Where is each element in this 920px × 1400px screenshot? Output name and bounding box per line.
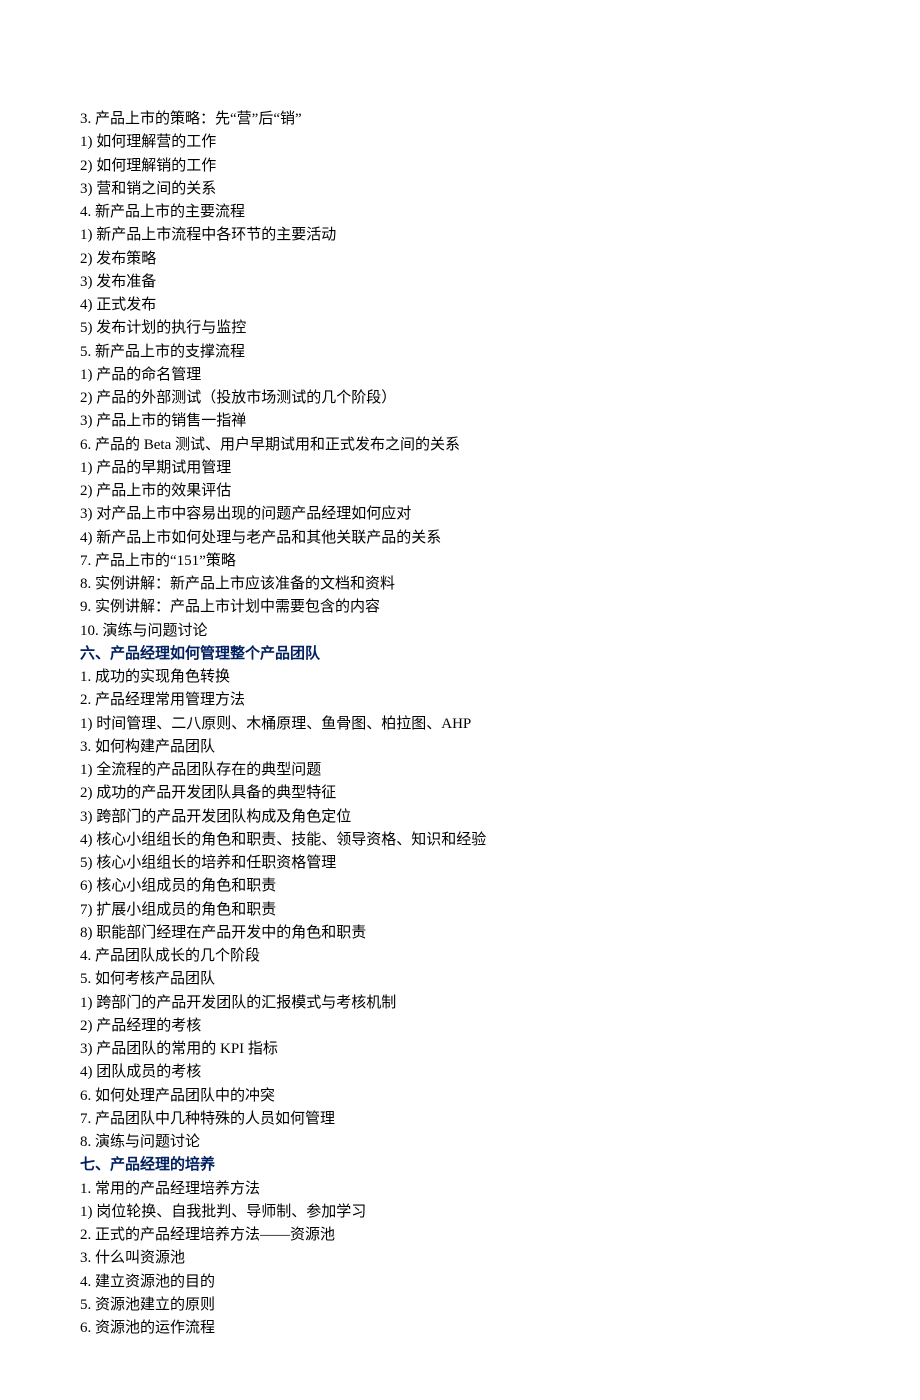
outline-line: 4) 新产品上市如何处理与老产品和其他关联产品的关系 — [80, 527, 840, 550]
outline-line: 8. 实例讲解：新产品上市应该准备的文档和资料 — [80, 573, 840, 596]
document-body: 3. 产品上市的策略：先“营”后“销”1) 如何理解营的工作2) 如何理解销的工… — [80, 108, 840, 1340]
outline-line: 9. 实例讲解：产品上市计划中需要包含的内容 — [80, 596, 840, 619]
outline-line: 4) 核心小组组长的角色和职责、技能、领导资格、知识和经验 — [80, 829, 840, 852]
outline-line: 2) 成功的产品开发团队具备的典型特征 — [80, 782, 840, 805]
outline-line: 6) 核心小组成员的角色和职责 — [80, 875, 840, 898]
outline-line: 6. 如何处理产品团队中的冲突 — [80, 1085, 840, 1108]
outline-line: 10. 演练与问题讨论 — [80, 620, 840, 643]
outline-line: 1) 如何理解营的工作 — [80, 131, 840, 154]
outline-line: 6. 产品的 Beta 测试、用户早期试用和正式发布之间的关系 — [80, 434, 840, 457]
outline-line: 3) 产品团队的常用的 KPI 指标 — [80, 1038, 840, 1061]
outline-line: 2) 产品上市的效果评估 — [80, 480, 840, 503]
section-heading: 六、产品经理如何管理整个产品团队 — [80, 643, 840, 666]
outline-line: 3) 跨部门的产品开发团队构成及角色定位 — [80, 806, 840, 829]
outline-line: 3) 对产品上市中容易出现的问题产品经理如何应对 — [80, 503, 840, 526]
outline-line: 5. 新产品上市的支撑流程 — [80, 341, 840, 364]
outline-line: 1) 产品的早期试用管理 — [80, 457, 840, 480]
outline-line: 1) 时间管理、二八原则、木桶原理、鱼骨图、柏拉图、AHP — [80, 713, 840, 736]
outline-line: 6. 资源池的运作流程 — [80, 1317, 840, 1340]
outline-line: 7) 扩展小组成员的角色和职责 — [80, 899, 840, 922]
outline-line: 4) 正式发布 — [80, 294, 840, 317]
outline-line: 5) 发布计划的执行与监控 — [80, 317, 840, 340]
outline-line: 3) 产品上市的销售一指禅 — [80, 410, 840, 433]
outline-line: 5. 如何考核产品团队 — [80, 968, 840, 991]
outline-line: 4) 团队成员的考核 — [80, 1061, 840, 1084]
outline-line: 2) 产品经理的考核 — [80, 1015, 840, 1038]
outline-line: 2) 如何理解销的工作 — [80, 155, 840, 178]
outline-line: 7. 产品团队中几种特殊的人员如何管理 — [80, 1108, 840, 1131]
outline-line: 8. 演练与问题讨论 — [80, 1131, 840, 1154]
outline-line: 4. 产品团队成长的几个阶段 — [80, 945, 840, 968]
outline-line: 3. 如何构建产品团队 — [80, 736, 840, 759]
outline-line: 1) 岗位轮换、自我批判、导师制、参加学习 — [80, 1201, 840, 1224]
outline-line: 3. 什么叫资源池 — [80, 1247, 840, 1270]
outline-line: 1. 常用的产品经理培养方法 — [80, 1178, 840, 1201]
section-heading: 七、产品经理的培养 — [80, 1154, 840, 1177]
outline-line: 5) 核心小组组长的培养和任职资格管理 — [80, 852, 840, 875]
outline-line: 2. 正式的产品经理培养方法――资源池 — [80, 1224, 840, 1247]
outline-line: 1) 新产品上市流程中各环节的主要活动 — [80, 224, 840, 247]
outline-line: 3) 营和销之间的关系 — [80, 178, 840, 201]
outline-line: 2. 产品经理常用管理方法 — [80, 689, 840, 712]
outline-line: 1) 全流程的产品团队存在的典型问题 — [80, 759, 840, 782]
outline-line: 7. 产品上市的“151”策略 — [80, 550, 840, 573]
outline-line: 2) 产品的外部测试（投放市场测试的几个阶段） — [80, 387, 840, 410]
document-page: 3. 产品上市的策略：先“营”后“销”1) 如何理解营的工作2) 如何理解销的工… — [0, 0, 920, 1400]
outline-line: 3. 产品上市的策略：先“营”后“销” — [80, 108, 840, 131]
outline-line: 8) 职能部门经理在产品开发中的角色和职责 — [80, 922, 840, 945]
outline-line: 1) 跨部门的产品开发团队的汇报模式与考核机制 — [80, 992, 840, 1015]
outline-line: 1. 成功的实现角色转换 — [80, 666, 840, 689]
outline-line: 4. 建立资源池的目的 — [80, 1271, 840, 1294]
outline-line: 5. 资源池建立的原则 — [80, 1294, 840, 1317]
outline-line: 2) 发布策略 — [80, 248, 840, 271]
outline-line: 3) 发布准备 — [80, 271, 840, 294]
outline-line: 1) 产品的命名管理 — [80, 364, 840, 387]
outline-line: 4. 新产品上市的主要流程 — [80, 201, 840, 224]
